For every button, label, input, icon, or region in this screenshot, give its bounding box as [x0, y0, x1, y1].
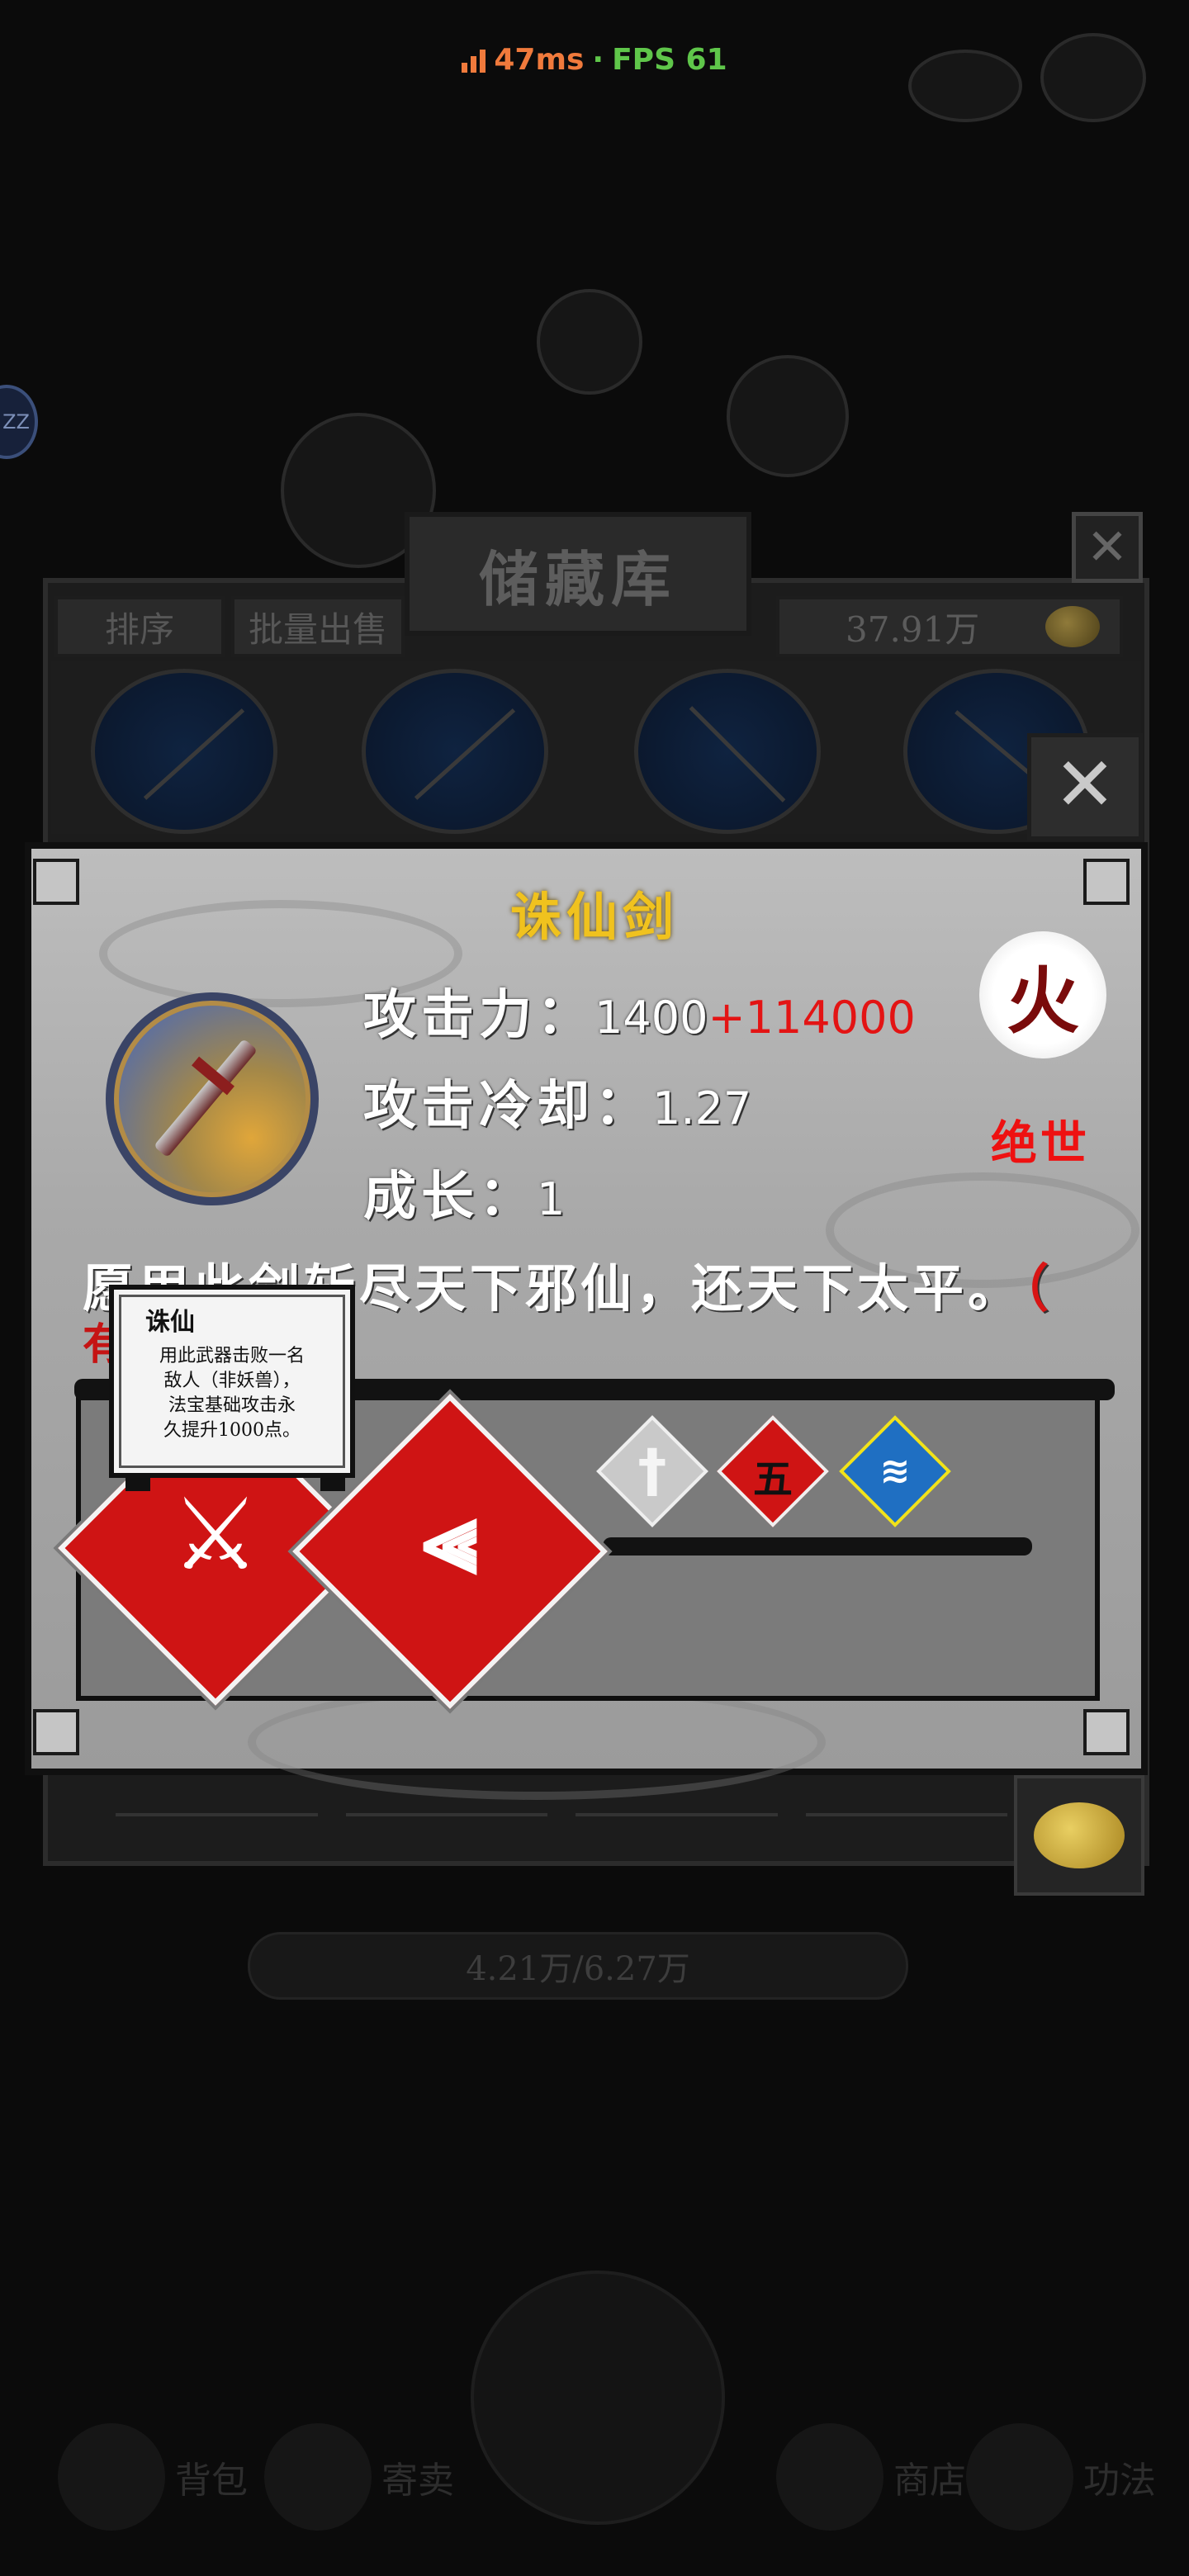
item-slot[interactable]	[91, 669, 277, 834]
nav-skills[interactable]: 功法	[966, 2403, 1156, 2551]
item-name: 诛仙剑	[509, 887, 679, 947]
tooltip-body: 用此武器击败一名 敌人（非妖兽）， 法宝基础攻击永 久提升1000点。	[127, 1344, 337, 1443]
close-icon: ✕	[1054, 741, 1116, 828]
ping-text: 47ms	[494, 42, 585, 77]
attack-base: 1400	[594, 992, 708, 1044]
gold-button[interactable]	[1014, 1775, 1144, 1896]
weapon-icon	[689, 706, 786, 803]
weapon-icon	[414, 708, 516, 800]
tooltip-line: 用此武器击败一名	[159, 1346, 305, 1366]
ink-stroke	[603, 1537, 1032, 1556]
batch-sell-tab[interactable]: 批量出售	[231, 596, 405, 657]
batch-sell-label: 批量出售	[248, 608, 387, 650]
sword-array-icon: ⫷	[422, 1481, 478, 1596]
coin-icon	[1034, 1802, 1125, 1868]
frame-corner	[1083, 1709, 1130, 1755]
nav-consign-label: 寄卖	[381, 2460, 454, 2502]
fps-text: FPS 61	[612, 42, 727, 77]
sword-icon: †	[637, 1437, 667, 1504]
settings-icon[interactable]	[1040, 33, 1146, 122]
coin-icon	[1045, 606, 1100, 647]
book-icon	[966, 2423, 1073, 2531]
nav-bag[interactable]: 背包	[58, 2403, 248, 2551]
nav-consign[interactable]: 寄卖	[264, 2403, 454, 2551]
balance-bar: 4.21万/6.27万	[248, 1932, 908, 2000]
rarity-label: 绝世	[991, 1116, 1090, 1171]
frame-corner	[33, 1709, 79, 1755]
storage-title-text: 储藏库	[478, 543, 677, 614]
center-action-button[interactable]	[471, 2271, 725, 2525]
nav-shop[interactable]: 商店	[776, 2403, 966, 2551]
detail-close-button[interactable]: ✕	[1027, 733, 1143, 841]
weapon-icon	[143, 708, 245, 800]
bag-icon	[58, 2423, 165, 2531]
storage-title: 储藏库	[405, 512, 751, 636]
growth-value: 1	[537, 1173, 566, 1225]
growth-label: 成长：	[363, 1166, 537, 1228]
element-badge: 火	[979, 931, 1106, 1058]
nav-bag-label: 背包	[175, 2460, 248, 2502]
skill-small-five-glyph: 五	[752, 1456, 793, 1503]
signal-icon	[462, 46, 486, 73]
sort-tab-label: 排序	[104, 608, 174, 650]
gold-display: 37.91万	[776, 596, 1123, 657]
tooltip-line: 敌人（非妖兽），	[163, 1371, 301, 1391]
cooldown-stat: 攻击冷却：1.27	[363, 1063, 751, 1139]
description-suffix: （	[1023, 1258, 1054, 1319]
tooltip-line: 久提升1000点。	[163, 1420, 301, 1441]
cooldown-label: 攻击冷却：	[363, 1075, 652, 1137]
tooltip-title: 诛仙	[145, 1308, 195, 1337]
skill-tooltip: 诛仙 用此武器击败一名 敌人（非妖兽）， 法宝基础攻击永 久提升1000点。	[109, 1285, 355, 1478]
separator: ·	[592, 42, 604, 77]
nav-shop-label: 商店	[893, 2460, 966, 2502]
scene-ornament	[537, 289, 642, 395]
sort-tab[interactable]: 排序	[54, 596, 225, 657]
tooltip-tab	[126, 1475, 150, 1491]
decor-wave	[248, 1684, 826, 1800]
attack-label: 攻击力：	[363, 984, 594, 1046]
item-slot[interactable]	[634, 669, 821, 834]
close-icon: ✕	[1086, 519, 1129, 576]
tooltip-tab	[320, 1475, 345, 1491]
balance-text: 4.21万/6.27万	[466, 1950, 690, 1988]
cooldown-value: 1.27	[652, 1082, 752, 1134]
shop-icon	[776, 2423, 883, 2531]
nav-skills-label: 功法	[1083, 2460, 1156, 2502]
tooltip-line: 法宝基础攻击永	[168, 1395, 296, 1416]
consign-icon	[264, 2423, 372, 2531]
status-badge[interactable]: ZZ	[0, 385, 38, 459]
element-text: 火	[1006, 957, 1079, 1044]
scene-ornament	[908, 50, 1022, 122]
wave-icon: ≋	[879, 1450, 911, 1492]
scene-ornament	[727, 355, 849, 477]
attack-bonus: +114000	[708, 992, 916, 1044]
sword-ring-icon: ⚔	[171, 1478, 260, 1593]
attack-stat: 攻击力：1400+114000	[363, 973, 916, 1049]
status-badge-text: ZZ	[2, 410, 30, 433]
storage-close-button[interactable]: ✕	[1072, 512, 1143, 583]
growth-stat: 成长：1	[363, 1154, 565, 1230]
item-slot[interactable]	[362, 669, 548, 834]
gold-amount: 37.91万	[846, 608, 980, 650]
